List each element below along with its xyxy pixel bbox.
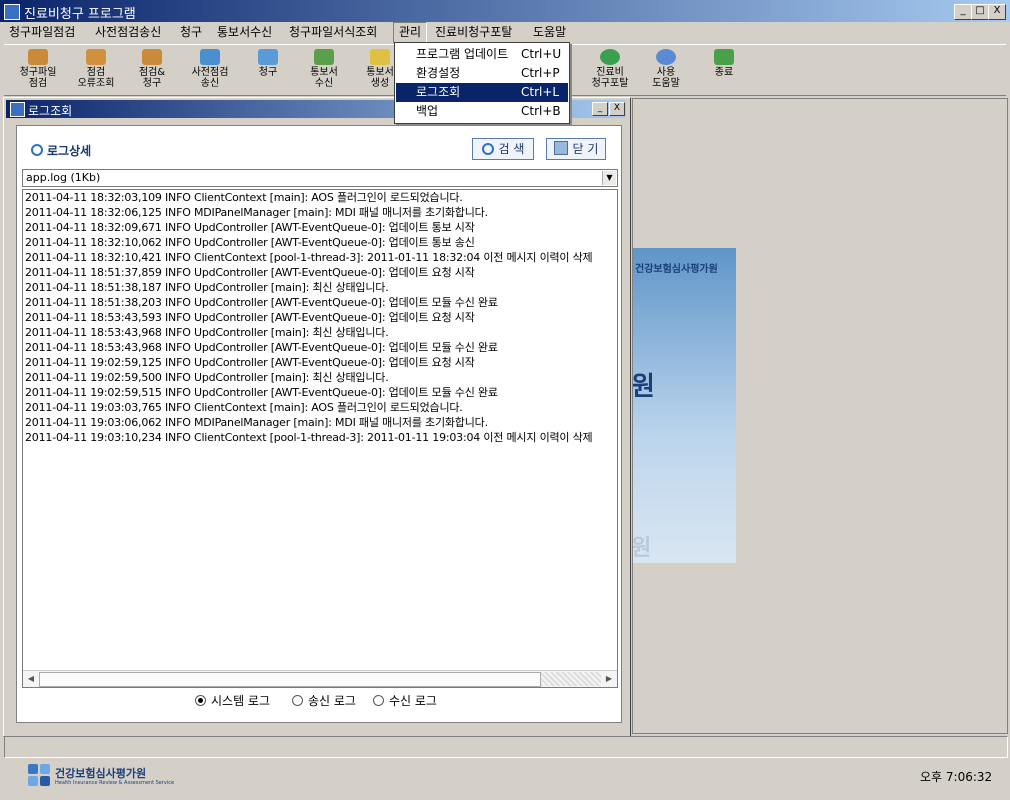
footer: 건강보험심사평가원 Health Insurance Review & Asse… xyxy=(0,760,1010,800)
log-file-select[interactable]: app.log (1Kb) ▼ xyxy=(22,169,618,187)
radio-unchecked-icon xyxy=(292,695,303,706)
log-line: 2011-04-11 19:03:10,234 INFO ClientConte… xyxy=(25,431,593,444)
toolbar-check-claim-button[interactable]: 점검& 청구 xyxy=(124,47,180,93)
log-line: 2011-04-11 18:53:43,968 INFO UpdControll… xyxy=(25,326,389,339)
splash-faded-char: 원 xyxy=(633,536,652,561)
log-viewer-title: 로그조회 xyxy=(28,104,73,118)
toolbar-precheck-send-button[interactable]: 사전점검 송신 xyxy=(182,47,238,93)
menu-claim-file-check[interactable]: 청구파일점검 xyxy=(4,22,80,42)
log-line: 2011-04-11 18:51:37,859 INFO UpdControll… xyxy=(25,266,475,279)
menu-item-program-update[interactable]: 프로그램 업데이트 Ctrl+U xyxy=(396,45,568,64)
log-line: 2011-04-11 18:32:06,125 INFO MDIPanelMan… xyxy=(25,206,488,219)
exit-icon xyxy=(714,49,734,65)
toolbar-error-search-button[interactable]: 점검 오류조회 xyxy=(68,47,124,93)
menu-item-settings[interactable]: 환경설정 Ctrl+P xyxy=(396,64,568,83)
close-window-icon xyxy=(553,141,568,155)
menu-bar: 청구파일점검 사전점검송신 청구 통보서수신 청구파일서식조회 관리 진료비청구… xyxy=(0,22,1010,44)
radio-send-log[interactable]: 송신 로그 xyxy=(292,692,356,709)
radio-receive-log[interactable]: 수신 로그 xyxy=(373,692,437,709)
log-line: 2011-04-11 18:51:38,187 INFO UpdControll… xyxy=(25,281,389,294)
radio-checked-icon xyxy=(195,695,206,706)
menu-help[interactable]: 도움말 xyxy=(528,22,571,42)
toolbar-exit-button[interactable]: 종료 xyxy=(696,47,752,93)
close-panel-button[interactable]: 닫 기 xyxy=(546,138,606,160)
manage-menu-dropdown: 프로그램 업데이트 Ctrl+U 환경설정 Ctrl+P 로그조회 Ctrl+L 백업… xyxy=(394,42,570,124)
search-button[interactable]: 검 색 xyxy=(472,138,534,160)
status-bar xyxy=(4,736,1008,758)
bullet-icon xyxy=(31,144,43,156)
maximize-button[interactable]: □ xyxy=(971,4,989,20)
log-line: 2011-04-11 19:02:59,515 INFO UpdControll… xyxy=(25,386,498,399)
notice-receive-icon xyxy=(314,49,334,65)
magnifier-icon xyxy=(481,143,494,155)
toolbar-help-button[interactable]: 사용 도움말 xyxy=(638,47,694,93)
toolbar-claim-file-check-button[interactable]: 청구파일 점검 xyxy=(10,47,66,93)
claim-icon xyxy=(258,49,278,65)
log-line: 2011-04-11 18:32:10,062 INFO UpdControll… xyxy=(25,236,475,249)
log-line: 2011-04-11 19:03:06,062 INFO MDIPanelMan… xyxy=(25,416,488,429)
scroll-left-icon[interactable]: ◀ xyxy=(24,672,38,686)
horizontal-scrollbar[interactable]: ◀ ▶ xyxy=(23,670,617,687)
menu-manage[interactable]: 관리 xyxy=(393,22,428,44)
menu-portal[interactable]: 진료비청구포탈 xyxy=(430,22,517,42)
scroll-track[interactable] xyxy=(541,672,601,686)
help-icon xyxy=(656,49,676,65)
radio-unchecked-icon xyxy=(373,695,384,706)
footer-org-name: 건강보험심사평가원 xyxy=(55,767,147,780)
window-logo-icon xyxy=(10,102,25,117)
precheck-send-icon xyxy=(200,49,220,65)
log-line: 2011-04-11 18:53:43,593 INFO UpdControll… xyxy=(25,311,475,324)
menu-precheck-send[interactable]: 사전점검송신 xyxy=(90,22,166,42)
log-line: 2011-04-11 18:51:38,203 INFO UpdControll… xyxy=(25,296,498,309)
footer-org-subtitle: Health Insurance Review & Assessment Ser… xyxy=(55,780,175,786)
radio-system-log[interactable]: 시스템 로그 xyxy=(195,692,270,709)
org-logo-icon xyxy=(28,764,52,788)
toolbar-notice-receive-button[interactable]: 통보서 수신 xyxy=(296,47,352,93)
child-minimize-button[interactable]: _ xyxy=(592,102,608,116)
app-title-bar: 진료비청구 프로그램 _ □ X xyxy=(0,0,1010,22)
menu-item-log-view[interactable]: 로그조회 Ctrl+L xyxy=(396,83,568,102)
mdi-workspace: 건강보험심사평가원 원 원 xyxy=(632,98,1008,734)
clock: 오후 7:06:32 xyxy=(920,770,993,784)
log-line: 2011-04-11 18:32:09,671 INFO UpdControll… xyxy=(25,221,475,234)
log-line: 2011-04-11 19:03:03,765 INFO ClientConte… xyxy=(25,401,463,414)
toolbar-portal-button[interactable]: 진료비 청구포탈 xyxy=(582,47,638,93)
log-line: 2011-04-11 19:02:59,500 INFO UpdControll… xyxy=(25,371,389,384)
splash-org-name: 건강보험심사평가원 xyxy=(635,264,718,275)
app-title: 진료비청구 프로그램 xyxy=(24,7,136,22)
log-detail-panel: 로그상세 검 색 닫 기 app.log (1Kb) ▼ 2011-04-11 … xyxy=(16,125,622,723)
scroll-thumb[interactable] xyxy=(39,672,541,687)
splash-image: 건강보험심사평가원 원 원 xyxy=(633,248,736,563)
menu-claim[interactable]: 청구 xyxy=(175,22,207,42)
section-title: 로그상세 xyxy=(31,142,91,159)
file-check-icon xyxy=(28,49,48,65)
log-text-area[interactable]: 2011-04-11 18:32:03,109 INFO ClientConte… xyxy=(22,189,618,688)
menu-notice-receive[interactable]: 통보서수신 xyxy=(212,22,277,42)
log-file-select-value: app.log (1Kb) xyxy=(26,171,101,184)
error-search-icon xyxy=(86,49,106,65)
minimize-button[interactable]: _ xyxy=(954,4,972,20)
log-viewer-window: 로그조회 _ X 로그상세 검 색 닫 기 app.log (1Kb) ▼ 20… xyxy=(3,97,631,737)
menu-claim-file-format[interactable]: 청구파일서식조회 xyxy=(284,22,382,42)
log-line: 2011-04-11 19:02:59,125 INFO UpdControll… xyxy=(25,356,475,369)
scroll-right-icon[interactable]: ▶ xyxy=(602,672,616,686)
check-claim-icon xyxy=(142,49,162,65)
menu-item-backup[interactable]: 백업 Ctrl+B xyxy=(396,102,568,121)
toolbar-claim-button[interactable]: 청구 xyxy=(240,47,296,93)
notice-create-icon xyxy=(370,49,390,65)
app-logo-icon xyxy=(4,4,20,20)
log-line: 2011-04-11 18:32:10,421 INFO ClientConte… xyxy=(25,251,593,264)
log-line: 2011-04-11 18:32:03,109 INFO ClientConte… xyxy=(25,191,463,204)
chevron-down-icon[interactable]: ▼ xyxy=(602,171,616,185)
splash-big-char: 원 xyxy=(633,372,655,402)
portal-icon xyxy=(600,49,620,65)
log-line: 2011-04-11 18:53:43,968 INFO UpdControll… xyxy=(25,341,498,354)
close-button[interactable]: X xyxy=(988,4,1006,20)
child-close-button[interactable]: X xyxy=(609,102,625,116)
